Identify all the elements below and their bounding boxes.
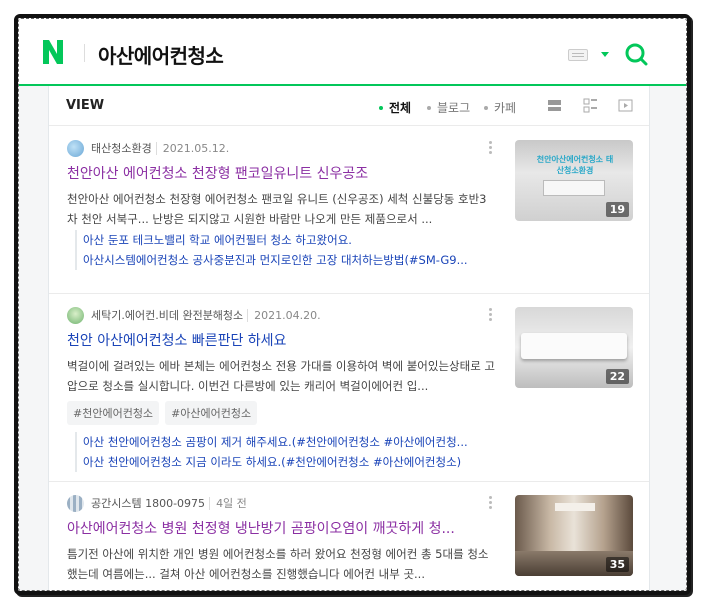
screenshot-frame: 아산에어컨청소 VIEW 전체 블로그 카페 태산청소환경 2021.05.12… — [14, 14, 691, 595]
filter-blog[interactable]: 블로그 — [427, 99, 470, 116]
related-post-link[interactable]: 아산 천안에어컨청소 곰팡이 제거 해주세요.(#천안에어컨청소 #아산에어컨청… — [83, 432, 495, 452]
list-view-icon[interactable] — [547, 98, 562, 113]
post-thumbnail[interactable]: 22 — [515, 307, 633, 388]
post-thumbnail[interactable]: 천안아산에어컨청소 태산청소환경 19 — [515, 140, 633, 221]
more-options-icon[interactable] — [489, 308, 492, 322]
post-thumbnail[interactable]: 35 — [515, 495, 633, 576]
post-title[interactable]: 아산에어컨청소 병원 천정형 냉난방기 곰팡이오염이 깨끗하게 청... — [67, 518, 497, 538]
grid-view-icon[interactable] — [583, 98, 598, 113]
related-post-link[interactable]: 아산시스템에어컨청소 공사중분진과 먼지로인한 고장 대처하는방법(#SM-G9… — [83, 250, 495, 270]
bullet-icon — [379, 105, 383, 110]
author-line: 공간시스템 1800-0975 4일 전 — [91, 495, 247, 511]
post-date: 4일 전 — [209, 497, 247, 510]
more-options-icon[interactable] — [489, 141, 492, 155]
avatar[interactable] — [67, 140, 84, 157]
post-snippet: 틈기전 아산에 위치한 개인 병원 에어컨청소를 하러 왔어요 천정형 에어컨 … — [67, 547, 489, 581]
avatar[interactable] — [67, 307, 84, 324]
author-name[interactable]: 태산청소환경 — [91, 142, 152, 155]
filter-label: 카페 — [494, 101, 517, 115]
chevron-down-icon[interactable] — [601, 52, 609, 57]
search-header: 아산에어컨청소 — [18, 18, 687, 86]
related-posts: 아산 천안에어컨청소 곰팡이 제거 해주세요.(#천안에어컨청소 #아산에어컨청… — [75, 432, 495, 472]
filter-all[interactable]: 전체 — [379, 99, 411, 116]
view-toolbar: VIEW 전체 블로그 카페 — [49, 86, 649, 126]
post-snippet: 천안아산 에어컨청소 천장형 에어컨청소 팬코일 유니트 (신우공조) 세척 신… — [67, 192, 487, 226]
hashtag[interactable]: #천안에어컨청소 — [67, 401, 160, 425]
header-divider — [84, 44, 85, 62]
bullet-icon — [427, 105, 431, 110]
ceiling-unit-image — [555, 503, 595, 511]
search-query[interactable]: 아산에어컨청소 — [98, 40, 224, 69]
section-title: VIEW — [66, 98, 105, 113]
author-line: 세탁기.에어컨.비데 완전분해청소 2021.04.20. — [91, 307, 321, 323]
thumbnail-caption: 천안아산에어컨청소 태산청소환경 — [536, 155, 614, 175]
hashtag[interactable]: #아산에어컨청소 — [165, 401, 258, 425]
related-posts: 아산 둔포 테크노밸리 학교 에어컨필터 청소 하고왔어요. 아산시스템에어컨청… — [75, 230, 495, 270]
list-item: 태산청소환경 2021.05.12. 천안아산 에어컨청소 천장형 팬코일유니트 … — [49, 127, 649, 294]
author-line: 태산청소환경 2021.05.12. — [91, 140, 230, 156]
post-title[interactable]: 천안아산 에어컨청소 천장형 팬코일유니트 신우공조 — [67, 163, 497, 183]
image-count: 35 — [605, 557, 629, 572]
search-icon[interactable] — [624, 42, 648, 66]
post-snippet: 벽걸이에 걸려있는 에바 본체는 에어컨청소 전용 가대를 이용하여 벽에 붙어… — [67, 359, 496, 393]
aircon-unit-image — [521, 333, 627, 359]
author-name[interactable]: 세탁기.에어컨.비데 완전분해청소 — [91, 309, 243, 322]
avatar[interactable] — [67, 495, 84, 512]
image-count: 22 — [605, 369, 629, 384]
author-name[interactable]: 공간시스템 1800-0975 — [91, 497, 205, 510]
aircon-unit-image — [543, 180, 605, 196]
related-post-link[interactable]: 아산 둔포 테크노밸리 학교 에어컨필터 청소 하고왔어요. — [83, 230, 495, 250]
list-item: 세탁기.에어컨.비데 완전분해청소 2021.04.20. 천안 아산에어컨청소 … — [49, 294, 649, 482]
filter-cafe[interactable]: 카페 — [484, 99, 516, 116]
filter-label: 블로그 — [437, 101, 471, 115]
post-title[interactable]: 천안 아산에어컨청소 빠른판단 하세요 — [67, 330, 497, 350]
post-date: 2021.04.20. — [247, 309, 321, 322]
naver-logo-icon[interactable] — [42, 38, 64, 66]
tag-list: #천안에어컨청소 #아산에어컨청소 — [67, 401, 263, 425]
list-item: 공간시스템 1800-0975 4일 전 아산에어컨청소 병원 천정형 냉난방기 … — [49, 482, 649, 591]
related-post-link[interactable]: 아산 천안에어컨청소 지금 이라도 하세요.(#천안에어컨청소 #아산에어컨청소… — [83, 452, 495, 472]
bullet-icon — [484, 105, 488, 110]
filter-label: 전체 — [389, 101, 412, 115]
post-date: 2021.05.12. — [155, 142, 230, 155]
view-section: VIEW 전체 블로그 카페 태산청소환경 2021.05.12. 천안아산 에어… — [48, 86, 650, 591]
more-options-icon[interactable] — [489, 496, 492, 510]
image-count: 19 — [605, 202, 629, 217]
keyboard-icon[interactable] — [568, 49, 588, 61]
video-view-icon[interactable] — [618, 98, 633, 113]
